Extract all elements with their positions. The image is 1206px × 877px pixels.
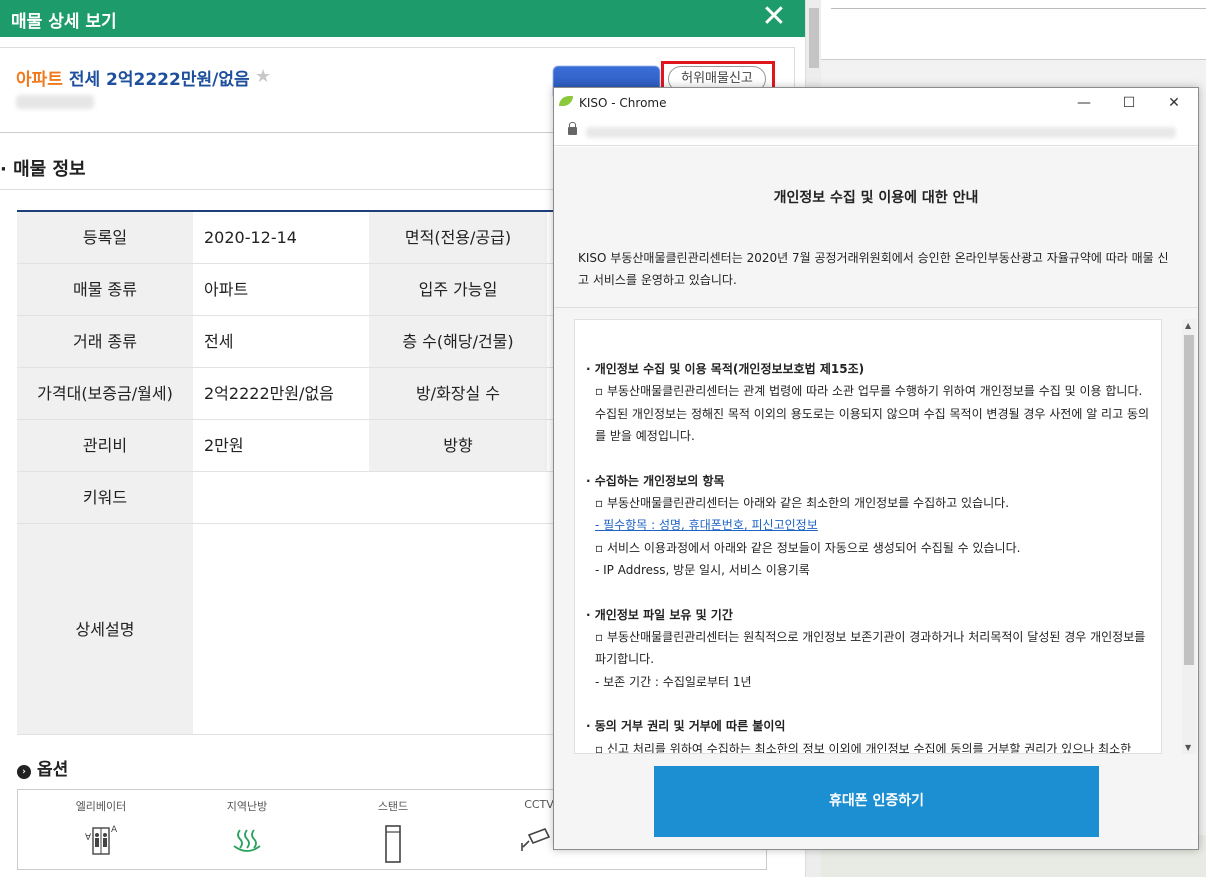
terms-section-heading: · 개인정보 파일 보유 및 기간	[586, 607, 733, 622]
table-value: 아파트	[204, 280, 249, 299]
table-label: 방향	[369, 420, 547, 471]
option-item: 지역난방	[192, 798, 302, 860]
table-value: 2억2222만원/없음	[204, 384, 334, 403]
terms-section-heading: · 개인정보 수집 및 이용 목적(개인정보보호법 제15조)	[586, 362, 865, 376]
scroll-thumb[interactable]	[1184, 335, 1194, 665]
table-label: 입주 가능일	[369, 264, 547, 315]
privacy-intro-text: KISO 부동산매물클린관리센터는 2020년 7월 공정거래위원회에서 승인한…	[578, 251, 1169, 287]
blurred-url	[586, 127, 1176, 138]
listing-info-table: 등록일 2020-12-14 면적(전용/공급) 매물 종류 아파트 입주 가능…	[17, 210, 557, 735]
table-value	[193, 472, 369, 523]
favorite-star-icon[interactable]: ★	[255, 66, 271, 87]
privacy-notice-heading: 개인정보 수집 및 이용에 대한 안내	[773, 190, 979, 206]
table-label: 상세설명	[17, 524, 193, 734]
table-label: 가격대(보증금/월세)	[17, 368, 193, 419]
table-label: 방/화장실 수	[369, 368, 547, 419]
terms-paragraph: - IP Address, 방문 일시, 서비스 이용기록	[595, 563, 810, 578]
table-row: 매물 종류 아파트 입주 가능일	[17, 264, 557, 316]
scroll-up-icon[interactable]: ▲	[1185, 321, 1191, 330]
close-icon[interactable]: ✕	[760, 2, 788, 34]
table-value: 2만원	[204, 436, 244, 455]
listing-headline: 아파트 전세 2억2222만원/없음	[16, 65, 250, 90]
terms-section-heading: · 동의 거부 권리 및 거부에 따른 불이익	[586, 719, 786, 734]
terms-paragraph: ▫ 서비스 이용과정에서 아래와 같은 정보들이 자동으로 생성되어 수집될 수…	[595, 540, 1021, 555]
modal-header: 매물 상세 보기 ✕	[0, 0, 805, 37]
table-label: 매물 종류	[17, 264, 193, 315]
option-item: 스탠드	[338, 798, 448, 863]
listing-price: 전세 2억2222만원/없음	[68, 70, 250, 90]
table-value	[193, 524, 369, 734]
lock-icon	[568, 122, 577, 135]
options-title: › 옵션	[17, 755, 68, 780]
svg-text:A: A	[111, 825, 118, 835]
minimize-icon[interactable]: —	[1069, 93, 1099, 113]
table-label: 등록일	[17, 212, 193, 263]
terms-paragraph: - 보존 기간 : 수집일로부터 1년	[595, 674, 752, 689]
window-titlebar: KISO - Chrome — ☐ ✕	[554, 88, 1198, 118]
terms-scrollbar[interactable]: ▲ ▼	[1182, 319, 1196, 754]
stand-icon	[338, 824, 448, 863]
phone-verify-button[interactable]: 휴대폰 인증하기	[654, 766, 1099, 837]
modal-title: 매물 상세 보기	[11, 12, 117, 32]
terms-paragraph: ▫ 신고 처리를 위하여 수집하는 최소한의 정보 이외에 개인정보 수집에 동…	[595, 741, 1132, 754]
option-label: 지역난방	[226, 800, 268, 813]
table-label: 거래 종류	[17, 316, 193, 367]
address-bar[interactable]	[554, 118, 1198, 146]
table-row: 가격대(보증금/월세) 2억2222만원/없음 방/화장실 수	[17, 368, 557, 420]
elevator-icon: A ∀	[46, 824, 156, 860]
option-item: 엘리베이터 A ∀	[46, 798, 156, 860]
options-title-text: 옵션	[37, 760, 69, 780]
table-row: 상세설명	[17, 524, 557, 735]
table-value: 2020-12-14	[204, 228, 297, 247]
terms-text: · 개인정보 수집 및 이용 목적(개인정보보호법 제15조) ▫ 부동산매물클…	[586, 358, 1156, 754]
svg-text:∀: ∀	[85, 833, 92, 843]
chevron-right-icon: ›	[17, 765, 31, 779]
table-value: 전세	[204, 332, 234, 351]
background-topbar	[821, 0, 1206, 60]
scroll-down-icon[interactable]: ▼	[1185, 743, 1191, 752]
table-row: 관리비 2만원 방향	[17, 420, 557, 472]
listing-info-title: · 매물 정보	[0, 159, 86, 180]
listing-type: 아파트	[16, 70, 63, 90]
maximize-icon[interactable]: ☐	[1114, 93, 1144, 113]
table-row: 거래 종류 전세 층 수(해당/건물)	[17, 316, 557, 368]
option-label: 엘리베이터	[75, 800, 127, 813]
kiso-leaf-icon	[559, 96, 573, 106]
terms-paragraph: ▫ 부동산매물클린관리센터는 원칙적으로 개인정보 보존기관이 경과하거나 처리…	[595, 630, 1146, 667]
divider	[554, 307, 1198, 308]
table-row: 키워드	[17, 472, 557, 524]
popup-content: 개인정보 수집 및 이용에 대한 안내 KISO 부동산매물클린관리센터는 20…	[554, 147, 1198, 849]
option-label: 스탠드	[377, 800, 409, 813]
table-row: 등록일 2020-12-14 면적(전용/공급)	[17, 212, 557, 264]
close-icon[interactable]: ✕	[1159, 93, 1189, 113]
terms-paragraph: ▫ 부동산매물클린관리센터는 아래와 같은 최소한의 개인정보를 수집하고 있습…	[595, 496, 1010, 511]
terms-paragraph: ▫ 부동산매물클린관리센터는 관계 법령에 따라 소관 업무를 수행하기 위하여…	[595, 384, 1150, 444]
terms-scroll-area[interactable]: · 개인정보 수집 및 이용 목적(개인정보보호법 제15조) ▫ 부동산매물클…	[574, 319, 1162, 754]
table-label: 면적(전용/공급)	[369, 212, 547, 263]
table-label: 관리비	[17, 420, 193, 471]
window-title: KISO - Chrome	[579, 96, 667, 110]
table-label: 층 수(해당/건물)	[369, 316, 547, 367]
district-heating-icon	[192, 824, 302, 860]
required-items-link[interactable]: - 필수항목 : 성명, 휴대폰번호, 피신고인정보	[595, 518, 818, 532]
table-label: 키워드	[17, 472, 193, 523]
kiso-popup-window: KISO - Chrome — ☐ ✕ 개인정보 수집 및 이용에 대한 안내 …	[553, 87, 1199, 850]
terms-section-heading: · 수집하는 개인정보의 항목	[586, 473, 725, 488]
blurred-subtitle	[16, 95, 94, 109]
